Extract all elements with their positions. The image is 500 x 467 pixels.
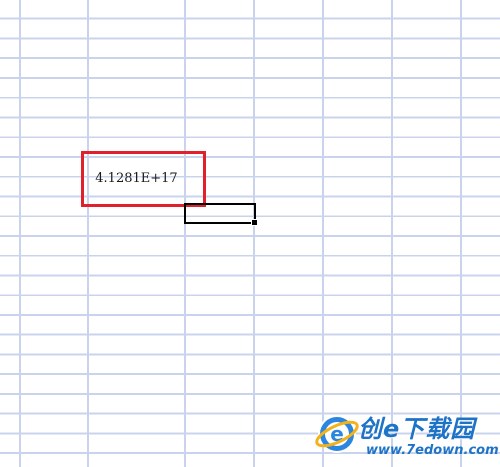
site-watermark: e 创e下载园 www.7edown.com — [314, 405, 499, 465]
spreadsheet-grid[interactable]: 4.1281E+17 e 创e下载园 www.7edown.com — [0, 0, 500, 467]
fill-handle[interactable] — [251, 219, 258, 226]
watermark-url: www.7edown.com — [366, 443, 499, 458]
active-cell-selection[interactable] — [184, 203, 258, 226]
cell-numeric-value[interactable]: 4.1281E+17 — [88, 166, 185, 192]
ie-logo-icon: e — [315, 415, 359, 453]
watermark-title: 创e下载园 — [358, 415, 476, 443]
